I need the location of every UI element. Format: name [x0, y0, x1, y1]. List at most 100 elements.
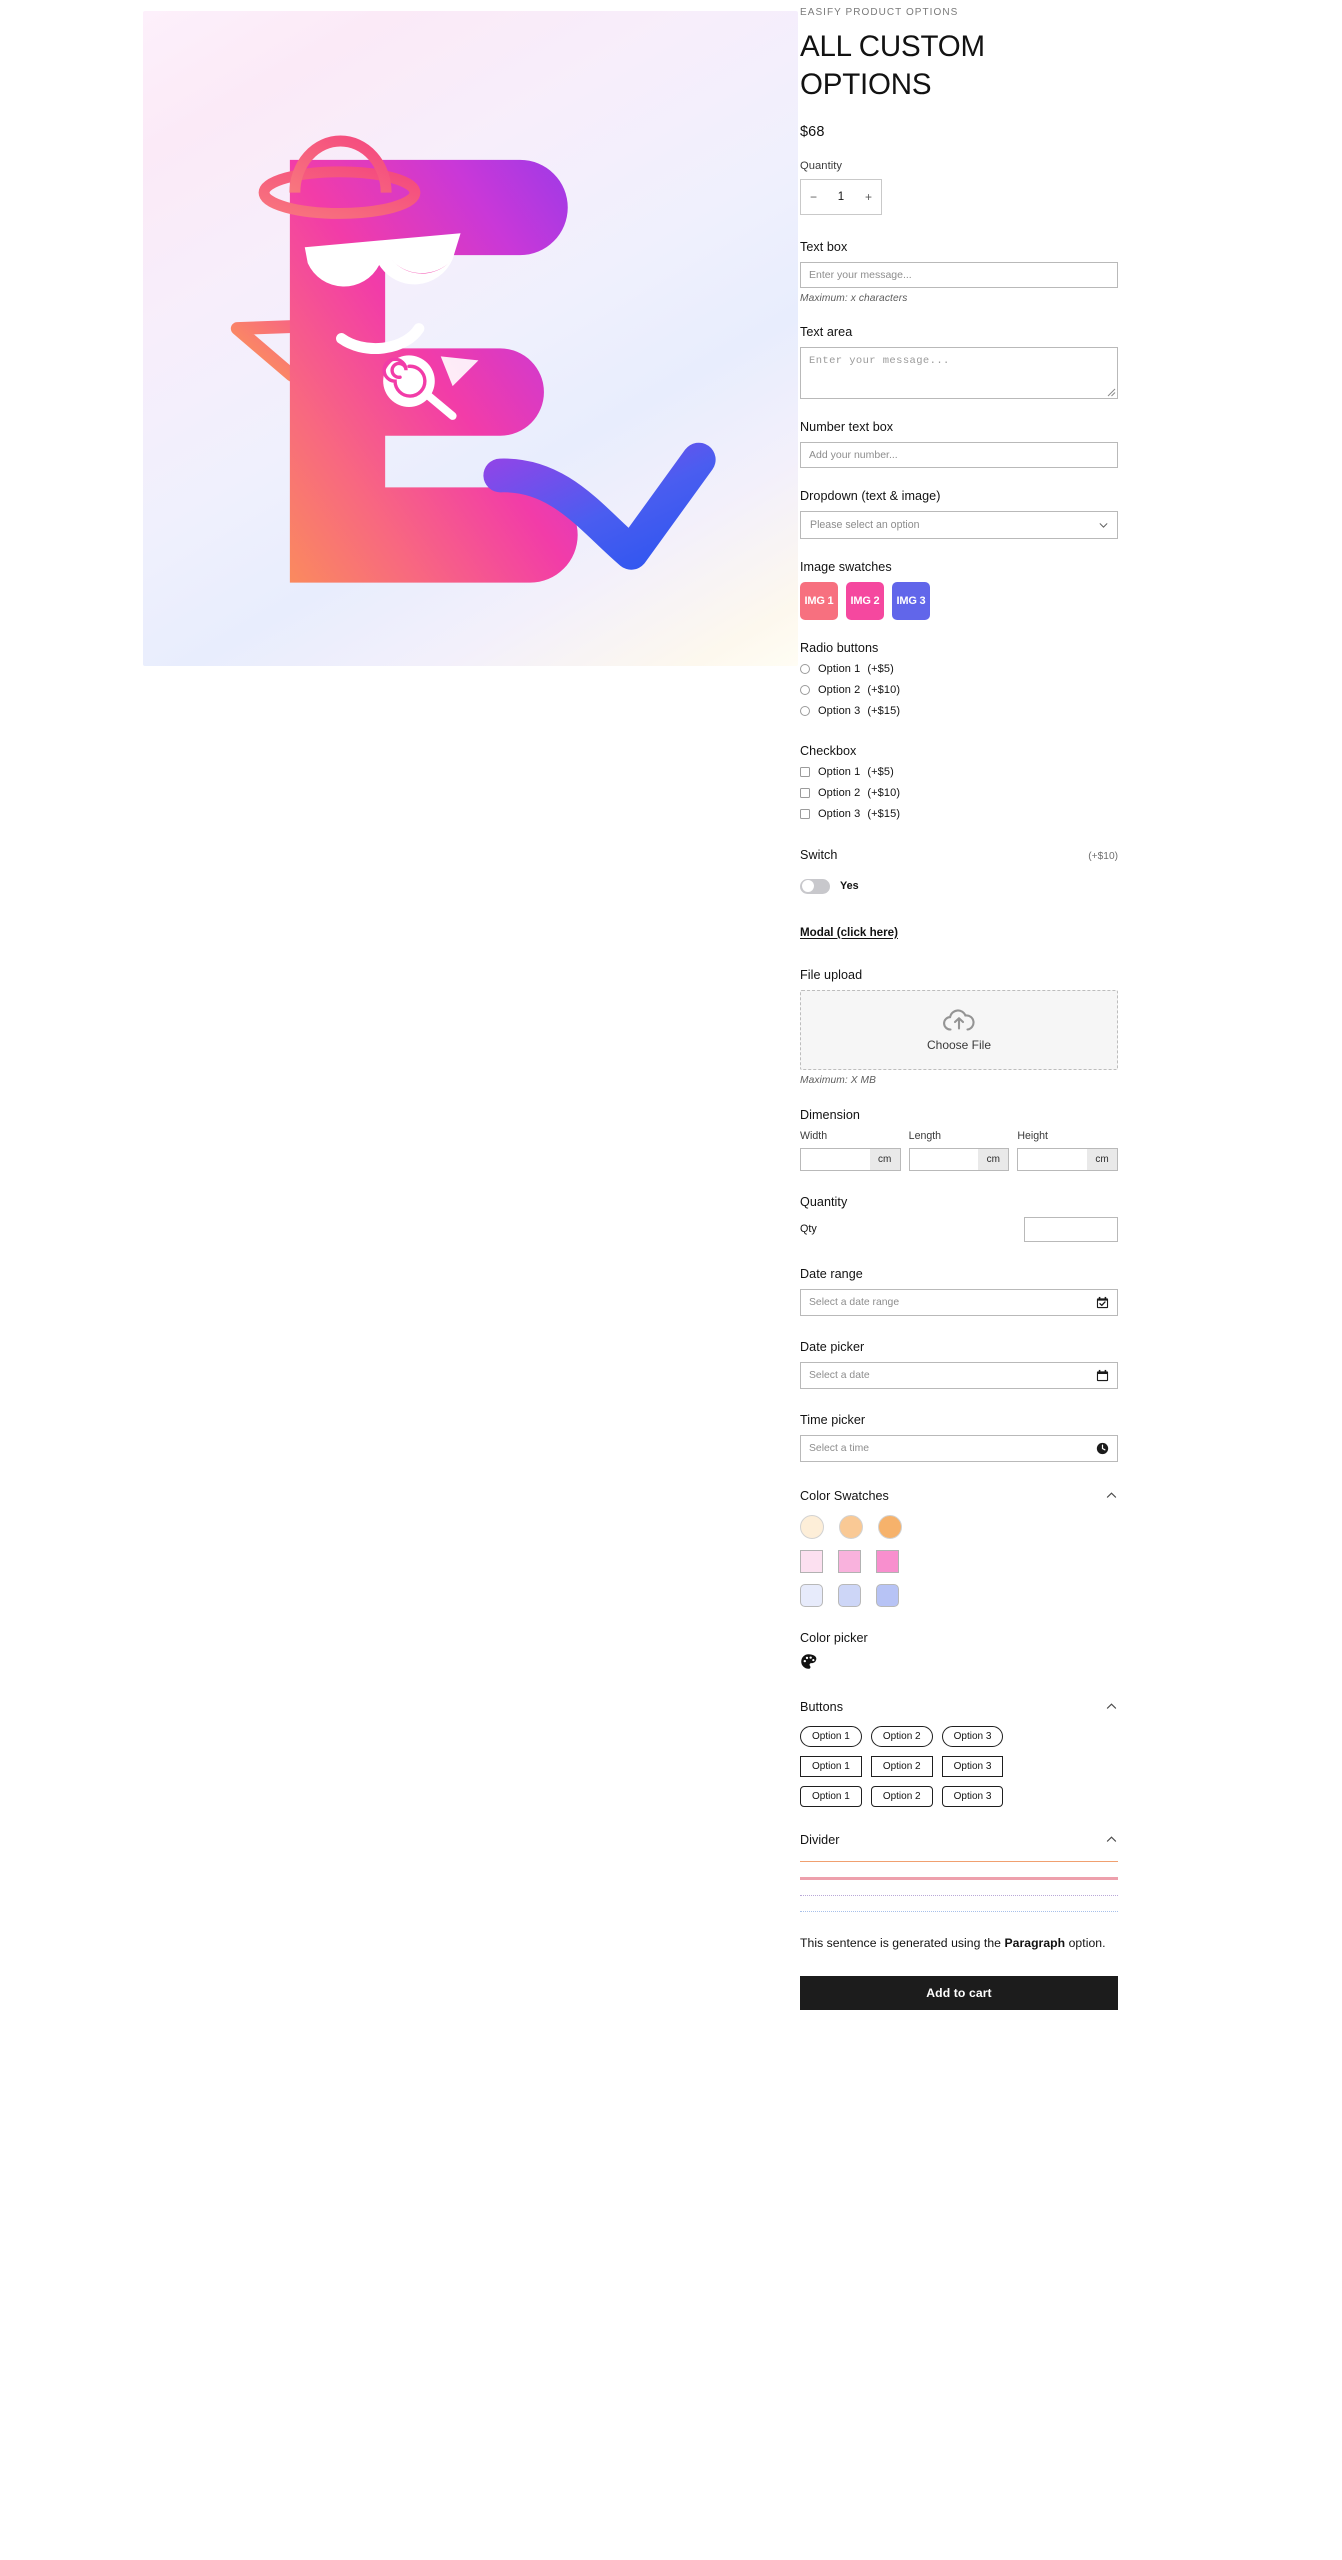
option-button[interactable]: Option 3 — [941, 1725, 1004, 1747]
paragraph-before: This sentence is generated using the — [800, 1935, 1005, 1950]
color-swatches-header[interactable]: Color Swatches — [800, 1489, 1118, 1503]
file-upload-section: File upload Choose File Maximum: X MB — [800, 968, 1118, 1086]
radio-icon[interactable] — [800, 663, 810, 674]
date-range-section: Date range Select a date range — [800, 1267, 1118, 1316]
color-swatch[interactable] — [800, 1583, 823, 1607]
option-button[interactable]: Option 1 — [800, 1755, 862, 1777]
chevron-up-icon[interactable] — [1105, 1489, 1118, 1502]
radio-option[interactable]: Option 1 (+$5) — [800, 663, 1118, 675]
button-row: Option 1 Option 2 Option 3 — [800, 1755, 1118, 1777]
radio-option[interactable]: Option 2 (+$10) — [800, 684, 1118, 696]
option-button[interactable]: Option 1 — [800, 1725, 862, 1747]
quantity-decrement-button[interactable]: − — [810, 191, 817, 203]
option-button[interactable]: Option 3 — [941, 1785, 1004, 1807]
checkbox-option[interactable]: Option 1 (+$5) — [800, 766, 1118, 778]
dimension-label: Dimension — [800, 1107, 860, 1122]
color-swatches-label: Color Swatches — [800, 1488, 889, 1503]
divider-header[interactable]: Divider — [800, 1833, 1118, 1847]
color-swatch[interactable] — [800, 1549, 823, 1573]
file-upload-helper: Maximum: X MB — [800, 1074, 877, 1086]
image-swatch[interactable]: IMG 2 — [846, 581, 884, 620]
checkbox-icon[interactable] — [800, 808, 810, 819]
button-row: Option 1 Option 2 Option 3 — [800, 1725, 1118, 1747]
color-swatch[interactable] — [839, 1514, 863, 1539]
quantity-value[interactable]: 1 — [838, 191, 844, 203]
quantity-increment-button[interactable]: + — [865, 191, 872, 203]
radio-option-label: Option 3 — [818, 704, 861, 717]
color-swatch[interactable] — [878, 1514, 902, 1539]
option-button[interactable]: Option 2 — [870, 1785, 933, 1807]
image-swatch-text: IMG 3 — [896, 594, 926, 607]
dimension-field: Width cm — [800, 1130, 901, 1171]
option-button[interactable]: Option 3 — [941, 1755, 1004, 1777]
color-swatch-row — [800, 1549, 1118, 1573]
date-picker-label: Date picker — [800, 1339, 865, 1354]
option-button[interactable]: Option 2 — [870, 1725, 933, 1747]
button-row: Option 1 Option 2 Option 3 — [800, 1785, 1118, 1807]
checkbox-option-price: (+$15) — [867, 807, 901, 820]
number-box-input[interactable] — [800, 441, 1118, 468]
text-box-section: Text box Maximum: x characters — [800, 240, 1118, 304]
dimension-unit: cm — [1087, 1148, 1118, 1170]
time-picker-input[interactable]: Select a time — [800, 1434, 1118, 1462]
color-swatches-section: Color Swatches — [800, 1489, 1118, 1607]
checkbox-option-price: (+$10) — [867, 786, 901, 799]
file-upload-label: File upload — [800, 967, 863, 982]
color-swatch[interactable] — [800, 1514, 824, 1539]
add-to-cart-button[interactable]: Add to cart — [800, 1975, 1118, 2010]
checkbox-icon[interactable] — [800, 766, 810, 777]
quantity-section: Quantity Qty — [800, 1195, 1118, 1242]
dropdown-label: Dropdown (text & image) — [800, 488, 941, 503]
date-picker-section: Date picker Select a date — [800, 1340, 1118, 1389]
modal-link[interactable]: Modal (click here) — [800, 926, 898, 939]
color-swatch-row — [800, 1583, 1118, 1607]
color-swatch[interactable] — [838, 1549, 861, 1573]
quantity-stepper[interactable]: − 1 + — [800, 178, 882, 215]
dimension-length-input[interactable] — [909, 1148, 979, 1170]
radio-option-price: (+$10) — [867, 683, 901, 696]
image-swatch[interactable]: IMG 1 — [800, 581, 838, 620]
color-swatch[interactable] — [876, 1583, 899, 1607]
buttons-header[interactable]: Buttons — [800, 1700, 1118, 1714]
option-button[interactable]: Option 2 — [870, 1755, 933, 1777]
chevron-up-icon[interactable] — [1105, 1700, 1118, 1713]
color-swatch[interactable] — [838, 1583, 861, 1607]
radio-option[interactable]: Option 3 (+$15) — [800, 705, 1118, 717]
buttons-section: Buttons Option 1 Option 2 Option 3 Optio… — [800, 1700, 1118, 1807]
checkbox-option[interactable]: Option 3 (+$15) — [800, 808, 1118, 820]
radio-icon[interactable] — [800, 684, 810, 695]
color-swatch-row — [800, 1514, 1118, 1539]
dropdown-select[interactable]: Please select an option — [800, 510, 1118, 539]
divider-section: Divider — [800, 1833, 1118, 1912]
checkbox-icon[interactable] — [800, 787, 810, 798]
date-range-input[interactable]: Select a date range — [800, 1288, 1118, 1316]
checkbox-option-price: (+$5) — [867, 765, 894, 778]
palette-icon[interactable] — [800, 1653, 817, 1670]
date-picker-input[interactable]: Select a date — [800, 1361, 1118, 1389]
switch-price: (+$10) — [1088, 850, 1118, 862]
radio-icon[interactable] — [800, 705, 810, 716]
product-image[interactable] — [143, 11, 798, 666]
number-box-label: Number text box — [800, 419, 894, 434]
page-title: ALL CUSTOM OPTIONS — [800, 30, 985, 102]
date-range-placeholder: Select a date range — [809, 1296, 900, 1308]
file-upload-button-text: Choose File — [926, 1037, 992, 1052]
text-area-input[interactable] — [800, 346, 1118, 399]
dropdown-selected-value: Please select an option — [810, 518, 920, 531]
checkbox-option[interactable]: Option 2 (+$10) — [800, 787, 1118, 799]
dimension-height-input[interactable] — [1018, 1148, 1088, 1170]
time-picker-placeholder: Select a time — [809, 1442, 870, 1454]
text-box-input[interactable] — [800, 261, 1118, 288]
radio-option-price: (+$5) — [867, 662, 894, 675]
file-upload-dropzone[interactable]: Choose File — [800, 989, 1118, 1070]
qty-input[interactable] — [1024, 1216, 1118, 1242]
chevron-up-icon[interactable] — [1105, 1833, 1118, 1846]
image-swatch[interactable]: IMG 3 — [892, 581, 930, 620]
dimension-width-input[interactable] — [801, 1148, 870, 1170]
paragraph-after: option. — [1065, 1935, 1106, 1950]
option-button[interactable]: Option 1 — [800, 1785, 862, 1807]
color-swatch[interactable] — [876, 1549, 899, 1573]
switch-label: Switch — [800, 847, 838, 862]
clock-icon — [1096, 1442, 1109, 1454]
switch-toggle[interactable] — [800, 878, 830, 894]
